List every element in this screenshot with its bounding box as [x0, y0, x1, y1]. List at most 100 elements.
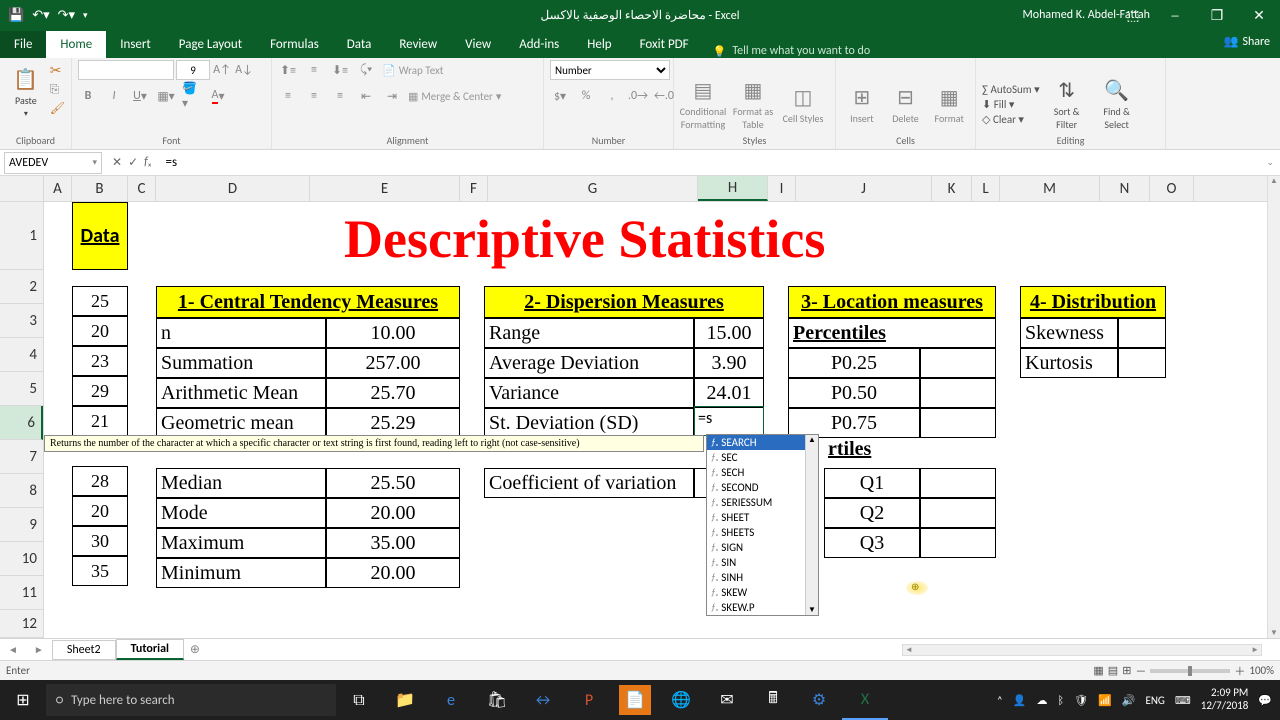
sec4-value-1[interactable] [1118, 348, 1166, 378]
fx-option-sign[interactable]: SIGN [707, 540, 818, 555]
tab-file[interactable]: File [0, 31, 46, 58]
fx-icon[interactable]: fₓ [144, 155, 151, 170]
sec1-value-8[interactable]: 20.00 [326, 558, 460, 588]
qat-more-icon[interactable]: ▾ [83, 10, 88, 21]
col-header-O[interactable]: O [1150, 176, 1194, 201]
sec1-value-3[interactable]: 25.29 [326, 408, 460, 438]
row-header-11[interactable]: 11 [0, 576, 43, 610]
horizontal-scrollbar[interactable] [206, 644, 1280, 656]
percentile-value-1[interactable] [920, 378, 996, 408]
name-box[interactable]: AVEDEV [4, 152, 102, 174]
row-header-8[interactable]: 8 [0, 474, 43, 508]
view-layout-icon[interactable]: ▤ [1108, 664, 1118, 677]
currency-icon[interactable]: $▾ [550, 86, 570, 106]
grow-font-icon[interactable]: A↑ [212, 60, 232, 80]
align-top-icon[interactable]: ⬆≡ [278, 60, 298, 80]
fill-button[interactable]: ⬇ Fill ▾ [982, 98, 1040, 111]
zoom-in-button[interactable]: ＋ [1234, 663, 1245, 679]
app-edge-icon[interactable]: e [428, 680, 474, 720]
dropdown-scrollbar[interactable]: ▲ ▼ [805, 435, 818, 615]
maximize-button[interactable]: ❐ [1196, 0, 1238, 30]
task-view-icon[interactable]: ⧉ [336, 680, 382, 720]
expand-formula-bar-icon[interactable]: ⌄ [1260, 157, 1280, 168]
app-store-icon[interactable]: 🛍 [474, 680, 520, 720]
col-header-N[interactable]: N [1100, 176, 1150, 201]
tray-notifications-icon[interactable]: 💬 [1258, 694, 1272, 707]
col-header-I[interactable]: I [768, 176, 796, 201]
align-right-icon[interactable]: ≡ [330, 86, 350, 106]
tray-keyboard-icon[interactable]: ⌨ [1175, 694, 1191, 707]
tab-addins[interactable]: Add-ins [505, 31, 573, 58]
borders-button[interactable]: ▦▾ [156, 86, 176, 106]
fx-option-sec[interactable]: SEC [707, 450, 818, 465]
col-header-F[interactable]: F [460, 176, 488, 201]
quartile-value-0[interactable] [920, 468, 996, 498]
app-teamviewer-icon[interactable]: ↔ [520, 680, 566, 720]
fx-option-skew[interactable]: SKEW [707, 585, 818, 600]
tray-clock[interactable]: 2:09 PM12/7/2018 [1201, 687, 1249, 712]
select-all-corner[interactable] [0, 176, 44, 201]
format-painter-icon[interactable]: 🖌 [50, 101, 65, 116]
align-middle-icon[interactable]: ≡ [304, 60, 324, 80]
col-header-H[interactable]: H [698, 176, 768, 201]
tab-help[interactable]: Help [573, 31, 625, 58]
sec1-value-6[interactable]: 20.00 [326, 498, 460, 528]
data-cell-b5[interactable]: 29 [72, 376, 128, 406]
tell-me-search[interactable]: Tell me what you want to do [703, 44, 881, 58]
zoom-out-button[interactable]: － [1135, 663, 1146, 679]
underline-button[interactable]: U▾ [130, 86, 150, 106]
tray-onedrive-icon[interactable]: ☁ [1036, 694, 1047, 707]
col-header-C[interactable]: C [128, 176, 156, 201]
taskbar-search[interactable]: ○ Type here to search [46, 684, 336, 716]
app-settings-icon[interactable]: ⚙ [796, 680, 842, 720]
indent-inc-icon[interactable]: ⇥ [382, 86, 402, 106]
fx-option-skew.p[interactable]: SKEW.P [707, 600, 818, 615]
row-header-9[interactable]: 9 [0, 508, 43, 542]
bold-button[interactable]: B [78, 86, 98, 106]
redo-icon[interactable]: ↷▾ [58, 8, 75, 23]
col-header-B[interactable]: B [72, 176, 128, 201]
app-foxit-icon[interactable]: 📄 [619, 685, 651, 715]
percentile-value-0[interactable] [920, 348, 996, 378]
sec1-value-1[interactable]: 257.00 [326, 348, 460, 378]
sec1-value-5[interactable]: 25.50 [326, 468, 460, 498]
sec4-value-0[interactable] [1118, 318, 1166, 348]
data-cell-b6[interactable]: 21 [72, 406, 128, 436]
tab-formulas[interactable]: Formulas [256, 31, 333, 58]
sec1-value-0[interactable]: 10.00 [326, 318, 460, 348]
app-explorer-icon[interactable]: 📁 [382, 680, 428, 720]
percentile-value-2[interactable] [920, 408, 996, 438]
function-autocomplete[interactable]: SEARCHSECSECHSECONDSERIESSUMSHEETSHEETSS… [706, 434, 819, 616]
tab-insert[interactable]: Insert [106, 31, 165, 58]
merge-center-button[interactable]: ▦Merge & Center▾ [408, 90, 501, 103]
col-header-D[interactable]: D [156, 176, 310, 201]
sheet-tab-tutorial[interactable]: Tutorial [116, 639, 184, 660]
data-cell-b9[interactable]: 20 [72, 496, 128, 526]
sheet-tab-sheet2[interactable]: Sheet2 [52, 640, 116, 660]
vertical-scrollbar[interactable]: ▲ ▼ [1267, 176, 1280, 638]
zoom-slider[interactable] [1150, 669, 1230, 673]
tray-network-icon[interactable]: 📶 [1098, 694, 1112, 707]
app-calculator-icon[interactable]: 🖩 [750, 680, 796, 720]
align-bottom-icon[interactable]: ⬇≡ [330, 60, 350, 80]
col-header-G[interactable]: G [488, 176, 698, 201]
app-powerpoint-icon[interactable]: P [566, 680, 612, 720]
format-cells-button[interactable]: ▦Format [929, 72, 969, 138]
quartile-value-1[interactable] [920, 498, 996, 528]
sec2-value-0[interactable]: 15.00 [694, 318, 764, 348]
orientation-icon[interactable]: ⤹▾ [356, 60, 376, 80]
align-left-icon[interactable]: ≡ [278, 86, 298, 106]
dec-decimal-icon[interactable]: ←.0 [654, 86, 674, 106]
data-cell-b4[interactable]: 23 [72, 346, 128, 376]
conditional-formatting-button[interactable]: ▤Conditional Formatting [680, 72, 726, 138]
col-header-E[interactable]: E [310, 176, 460, 201]
tray-antivirus-icon[interactable]: 🛡 [1074, 694, 1088, 707]
app-mail-icon[interactable]: ✉ [704, 680, 750, 720]
find-select-button[interactable]: 🔍Find & Select [1094, 72, 1140, 138]
format-as-table-button[interactable]: ▦Format as Table [730, 72, 776, 138]
row-header-5[interactable]: 5 [0, 372, 43, 406]
sec2-value-1[interactable]: 3.90 [694, 348, 764, 378]
fx-option-seriessum[interactable]: SERIESSUM [707, 495, 818, 510]
fx-option-sech[interactable]: SECH [707, 465, 818, 480]
row-header-10[interactable]: 10 [0, 542, 43, 576]
